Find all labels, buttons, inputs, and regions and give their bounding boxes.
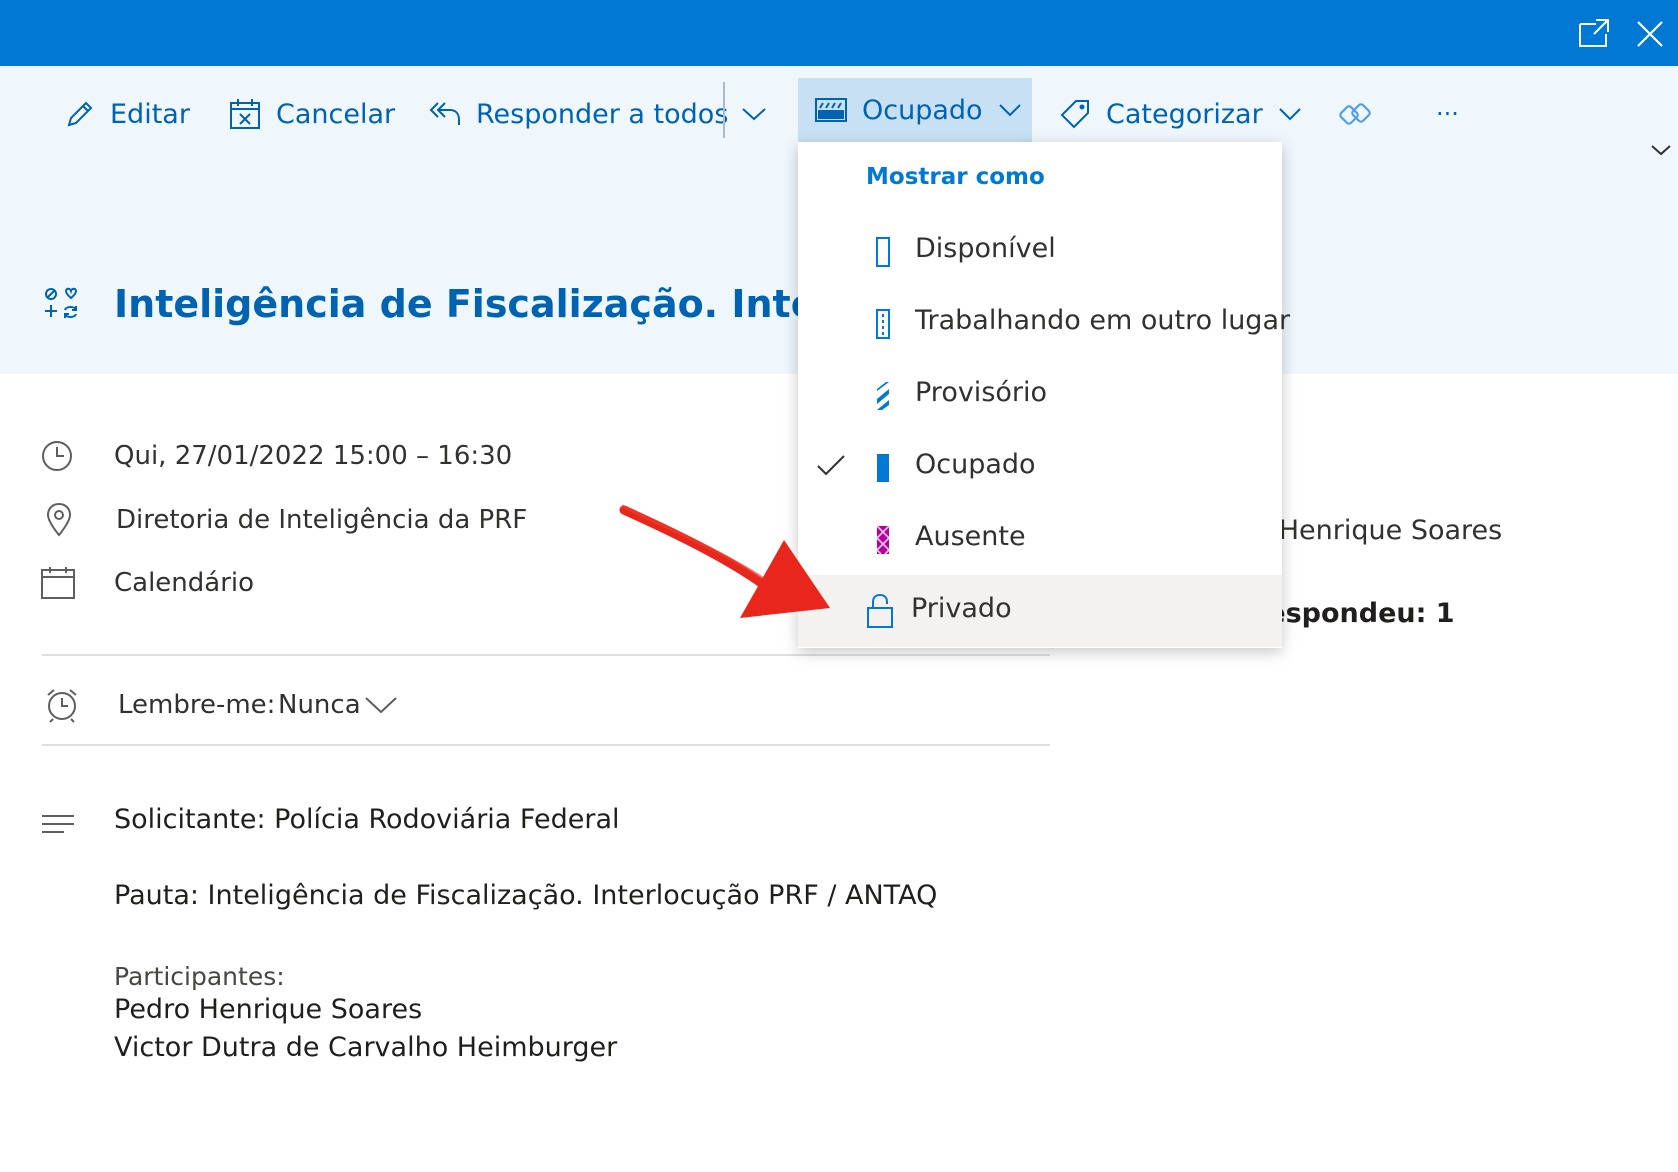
title-bar (0, 0, 1678, 66)
body-agenda: Pauta: Inteligência de Fiscalização. Int… (114, 880, 938, 911)
working-elsewhere-status-icon (876, 309, 890, 339)
free-status-icon (876, 237, 890, 267)
participants-label: Participantes: (114, 962, 285, 991)
chevron-down-icon (998, 104, 1021, 117)
menu-item-label: Ausente (915, 521, 1026, 552)
calendar-row: Calendário (40, 563, 254, 603)
expand-ribbon-button[interactable] (1650, 120, 1672, 180)
location-row: Diretoria de Inteligência da PRF (40, 500, 527, 540)
menu-item-label: Ocupado (915, 449, 1036, 480)
divider (42, 744, 1050, 746)
edit-label: Editar (110, 98, 190, 130)
reply-all-label: Responder a todos (476, 98, 729, 130)
show-as-button[interactable]: Ocupado (798, 78, 1032, 142)
calendar-icon (41, 567, 75, 599)
link-icon (1339, 103, 1371, 125)
toolbar-divider (723, 82, 725, 138)
menu-item-tentative[interactable]: Provisório (798, 359, 1282, 431)
reminder-row[interactable]: Lembre-me: Nunca (40, 684, 397, 726)
datetime-row: Qui, 27/01/2022 15:00 – 16:30 (40, 436, 512, 476)
tag-icon (1060, 100, 1089, 129)
chevron-down-icon (742, 108, 766, 121)
annotation-arrow-icon (619, 504, 830, 618)
chevron-down-icon (1278, 108, 1301, 121)
event-title: Inteligência de Fiscalização. Interlocuç… (114, 282, 804, 326)
teams-button[interactable] (1338, 84, 1374, 144)
menu-item-label: Provisório (915, 377, 1048, 408)
categorize-button[interactable]: Categorizar (1058, 84, 1303, 144)
pencil-icon (67, 101, 93, 127)
event-location: Diretoria de Inteligência da PRF (116, 505, 528, 535)
close-icon[interactable] (1632, 16, 1668, 52)
edit-button[interactable]: Editar (64, 84, 190, 144)
divider (42, 654, 1050, 656)
away-status-icon (876, 525, 890, 555)
menu-item-label: Privado (911, 593, 1012, 624)
body-requester: Solicitante: Polícia Rodoviária Federal (114, 804, 620, 835)
reply-options-dropdown[interactable] (740, 84, 768, 144)
description-row (40, 804, 76, 844)
menu-item-working-elsewhere[interactable]: Trabalhando em outro lugar (798, 287, 1290, 359)
categorize-label: Categorizar (1106, 98, 1263, 130)
participant-item: Pedro Henrique Soares (114, 994, 423, 1025)
cancel-button[interactable]: Cancelar (228, 84, 395, 144)
participant-item: Victor Dutra de Carvalho Heimburger (114, 1032, 618, 1063)
menu-item-label: Disponível (915, 233, 1056, 264)
busy-status-icon (815, 98, 847, 122)
cancel-label: Cancelar (276, 98, 396, 130)
more-icon: ··· (1436, 100, 1459, 128)
calendar-cancel-icon (230, 99, 260, 129)
reply-all-icon (429, 102, 460, 125)
chevron-down-icon (1651, 145, 1671, 156)
menu-item-label: Trabalhando em outro lugar (915, 305, 1291, 336)
chevron-down-icon[interactable] (364, 694, 398, 716)
popout-icon[interactable] (1576, 16, 1612, 52)
menu-item-free[interactable]: Disponível (798, 215, 1282, 287)
event-calendar: Calendário (114, 568, 255, 598)
show-as-menu: Mostrar como Disponível Trabalhando em o… (798, 142, 1290, 648)
alarm-clock-icon (47, 689, 77, 723)
show-as-label: Ocupado (862, 94, 983, 126)
event-icon-wrap (42, 276, 80, 332)
more-actions-button[interactable]: ··· (1436, 84, 1459, 144)
lock-icon (867, 593, 893, 628)
reply-all-button[interactable]: Responder a todos (428, 84, 728, 144)
reminder-value[interactable]: Nunca (278, 690, 361, 720)
category-icon (45, 287, 78, 318)
clock-icon (42, 441, 72, 471)
tentative-status-icon (877, 382, 889, 410)
menu-item-private[interactable]: Privado (798, 575, 1282, 647)
text-lines-icon (42, 815, 74, 833)
event-datetime: Qui, 27/01/2022 15:00 – 16:30 (114, 441, 513, 471)
reminder-label: Lembre-me: (118, 690, 276, 720)
menu-header: Mostrar como (866, 164, 1045, 190)
menu-item-busy[interactable]: Ocupado (798, 431, 1282, 503)
busy-status-icon (877, 454, 889, 482)
checkmark-icon (817, 455, 845, 476)
location-pin-icon (46, 502, 72, 537)
menu-item-away[interactable]: Ausente (798, 503, 1282, 575)
